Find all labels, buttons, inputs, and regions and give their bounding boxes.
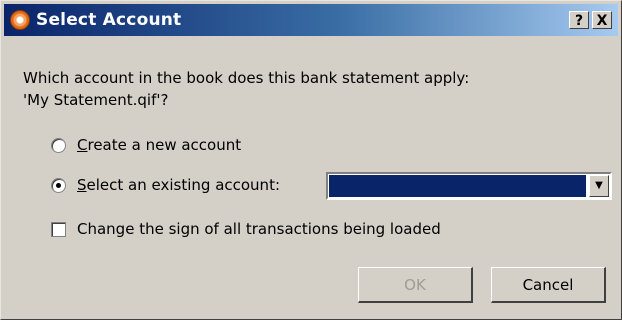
account-combo-box[interactable]: ▼ xyxy=(326,172,612,200)
change-sign-label: Change the sign of all transactions bein… xyxy=(77,220,441,238)
prompt-line-2: 'My Statement.qif'? xyxy=(23,91,169,109)
gnucash-app-icon xyxy=(10,10,30,30)
close-button[interactable]: X xyxy=(592,11,612,29)
help-button[interactable]: ? xyxy=(569,11,589,29)
radio-selected-dot xyxy=(56,182,61,188)
radio-select-existing-account[interactable]: Select an existing account: xyxy=(51,176,280,194)
radio-label-create-new: Create a new account xyxy=(77,136,242,154)
account-combo-value[interactable] xyxy=(329,175,586,197)
prompt-line-1: Which account in the book does this bank… xyxy=(23,69,470,87)
radio-button-select-existing[interactable] xyxy=(51,177,66,193)
select-account-dialog: Select Account ? X Which account in the … xyxy=(0,0,622,320)
title-bar[interactable]: Select Account ? X xyxy=(4,4,618,36)
dialog-title: Select Account xyxy=(36,10,182,30)
radio-button-create-new[interactable] xyxy=(51,137,66,153)
ok-button[interactable]: OK xyxy=(358,267,473,303)
radio-create-new-account[interactable]: Create a new account xyxy=(51,136,241,154)
radio-label-select-existing: Select an existing account: xyxy=(77,176,281,194)
prompt-text: Which account in the book does this bank… xyxy=(23,67,469,111)
dropdown-arrow-icon[interactable]: ▼ xyxy=(589,175,609,197)
change-sign-checkbox[interactable] xyxy=(51,221,66,237)
checkbox-change-sign-row[interactable]: Change the sign of all transactions bein… xyxy=(51,220,441,238)
cancel-button[interactable]: Cancel xyxy=(491,267,606,303)
